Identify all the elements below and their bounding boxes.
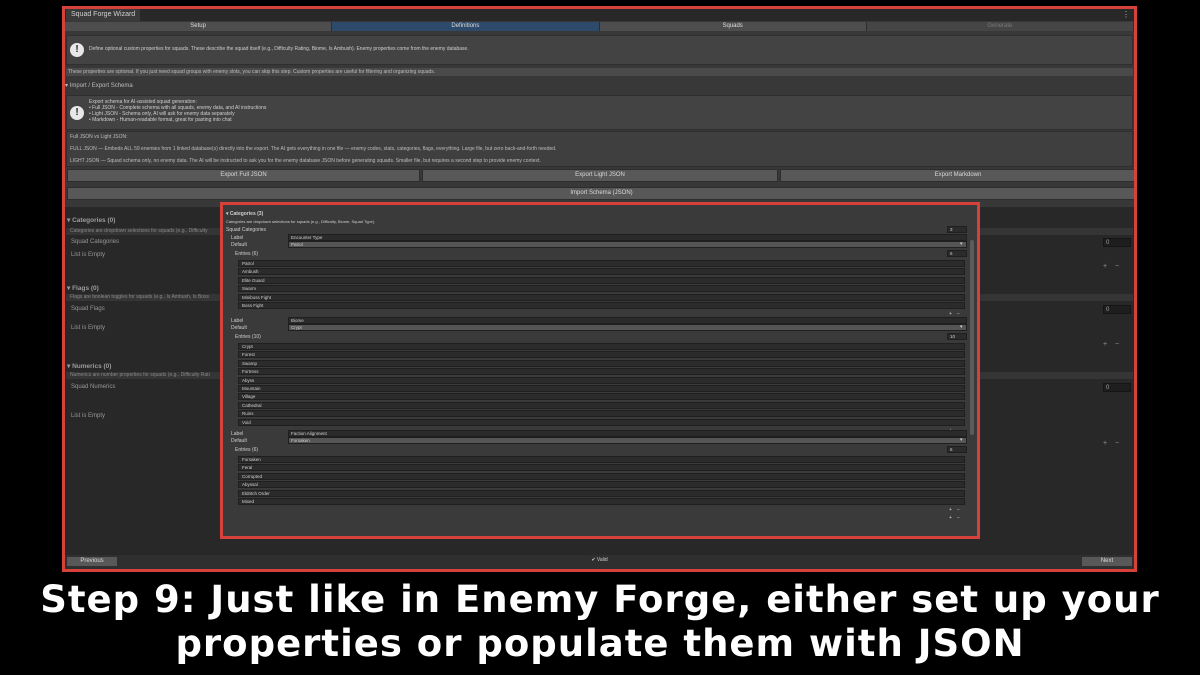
inset-group-default-dropdown[interactable]: Forsaken (288, 437, 967, 444)
full-json-desc: FULL JSON — Embeds ALL 59 enemies from 1… (70, 146, 557, 152)
inset-remove-entry-icon[interactable]: − (957, 507, 960, 513)
wizard-tabs: Setup Definitions Squads Generate (65, 22, 1134, 31)
tab-squads[interactable]: Squads (599, 22, 867, 31)
inset-entry-field[interactable]: Crypt (238, 343, 965, 350)
inset-group-default-key: Default (231, 438, 247, 444)
intro-note-band: These properties are optional. If you ju… (66, 68, 1133, 76)
inset-entry-field[interactable]: Patrol (238, 260, 965, 267)
import-export-heading: Import / Export Schema (69, 83, 133, 89)
inset-entry-field[interactable]: Feral (238, 464, 965, 472)
inset-group-default-key: Default (231, 325, 247, 331)
inset-entry-field[interactable]: Ruins (238, 410, 965, 418)
inset-entries-count[interactable]: 6 (947, 250, 967, 257)
inset-group-label-field[interactable]: Encounter Type (288, 234, 967, 241)
inset-entry-field[interactable]: Swamp (238, 359, 965, 367)
inset-group-default-dropdown[interactable]: Patrol (288, 241, 967, 248)
window-title-tab[interactable]: Squad Forge Wizard (66, 9, 141, 21)
inset-entries-count[interactable]: 10 (947, 333, 967, 340)
import-export-foldout[interactable]: ▾ Import / Export Schema (65, 83, 133, 89)
inset-entry-field[interactable]: Miniboss Fight (238, 293, 965, 301)
inset-entry-field[interactable]: Boss Fight (238, 302, 965, 309)
inset-categories-foldout[interactable]: ▾ Categories (3) (226, 211, 263, 217)
export-light-json-button[interactable]: Export Light JSON (422, 169, 778, 182)
compare-box: Full JSON vs Light JSON: FULL JSON — Emb… (66, 131, 1133, 167)
inset-entry-field[interactable]: Village (238, 393, 965, 401)
caption-line-1: Step 9: Just like in Enemy Forge, either… (40, 578, 1160, 621)
inset-group-label-key: Label (231, 235, 244, 241)
categories-zoom-inset: ▾ Categories (3) Categories are dropdown… (220, 202, 980, 539)
inset-entry-field[interactable]: Swarm (238, 285, 965, 293)
tab-setup[interactable]: Setup (65, 22, 333, 31)
export-full-json-button[interactable]: Export Full JSON (67, 169, 420, 182)
tutorial-caption: Step 9: Just like in Enemy Forge, either… (0, 578, 1200, 666)
inset-group-default-key: Default (231, 242, 247, 248)
inset-group-entries-header[interactable]: Entries (10) (235, 334, 261, 340)
inset-categories-desc: Categories are dropdown selections for s… (226, 219, 376, 224)
title-bar: Squad Forge Wizard ⋮ (65, 9, 1134, 21)
inset-squad-categories-label[interactable]: Squad Categories (226, 227, 266, 233)
wizard-footer: Previous ✔ Valid Next (65, 555, 1134, 569)
inset-entry-field[interactable]: Cathedral (238, 401, 965, 409)
info-icon: ! (70, 105, 84, 120)
inset-group-label-field[interactable]: Faction Alignment (288, 430, 967, 437)
inset-group-label-key: Label (231, 318, 244, 324)
inset-entry-field[interactable]: Fortress (238, 368, 965, 376)
inset-entry-field[interactable]: Corrupted (238, 472, 965, 480)
export-markdown-button[interactable]: Export Markdown (780, 169, 1134, 182)
inset-entry-field[interactable]: Forsaken (238, 456, 965, 463)
inset-entries-count[interactable]: 6 (947, 446, 967, 453)
inset-remove-category-icon[interactable]: − (957, 515, 960, 521)
inset-categories-heading: Categories (3) (229, 211, 264, 217)
inset-entry-field[interactable]: Forest (238, 351, 965, 359)
validation-status: ✔ Valid (591, 557, 608, 563)
inset-add-entry-icon[interactable]: + (949, 507, 952, 513)
inset-entry-field[interactable]: Elite Guard (238, 276, 965, 284)
inset-group-entries-header[interactable]: Entries (6) (235, 251, 258, 257)
info-icon: ! (70, 43, 84, 57)
next-button[interactable]: Next (1082, 557, 1132, 566)
inset-entry-field[interactable]: Abyssal (238, 481, 965, 489)
compare-title: Full JSON vs Light JSON: (70, 134, 128, 140)
inset-group-label-key: Label (231, 431, 244, 437)
caption-line-2: properties or populate them with JSON (175, 622, 1025, 665)
chevron-down-icon[interactable]: ▾ (960, 241, 963, 247)
chevron-down-icon[interactable]: ▾ (960, 324, 963, 330)
inset-group-entries-header[interactable]: Entries (6) (235, 447, 258, 453)
light-json-desc: LIGHT JSON — Squad schema only, no enemy… (70, 158, 541, 164)
inset-add-category-icon[interactable]: + (949, 515, 952, 521)
inset-entry-field[interactable]: Void (238, 418, 965, 426)
inset-entry-field[interactable]: Mixed (238, 498, 965, 505)
inset-group-label-field[interactable]: Biome (288, 317, 967, 324)
inset-list-count[interactable]: 3 (947, 226, 967, 233)
export-help-text: Export schema for AI-assisted squad gene… (89, 99, 267, 123)
inset-group-default-dropdown[interactable]: Crypt (288, 324, 967, 331)
kebab-icon[interactable]: ⋮ (1122, 9, 1130, 21)
chevron-down-icon[interactable]: ▾ (960, 437, 963, 443)
import-schema-button[interactable]: Import Schema (JSON) (67, 187, 1134, 200)
export-help-box: ! Export schema for AI-assisted squad ge… (66, 95, 1133, 130)
inset-entry-field[interactable]: Mountain (238, 385, 965, 392)
inset-scrollbar[interactable] (970, 240, 974, 435)
intro-note-text: These properties are optional. If you ju… (68, 69, 436, 75)
inset-entry-field[interactable]: Ambush (238, 268, 965, 276)
inset-entry-field[interactable]: Abyss (238, 376, 965, 384)
tab-definitions[interactable]: Definitions (332, 22, 600, 31)
intro-help-text: Define optional custom properties for sq… (89, 46, 469, 52)
intro-help-box: ! Define optional custom properties for … (66, 35, 1133, 65)
tab-generate: Generate (866, 22, 1134, 31)
inset-entry-field[interactable]: Eldritch Order (238, 489, 965, 497)
